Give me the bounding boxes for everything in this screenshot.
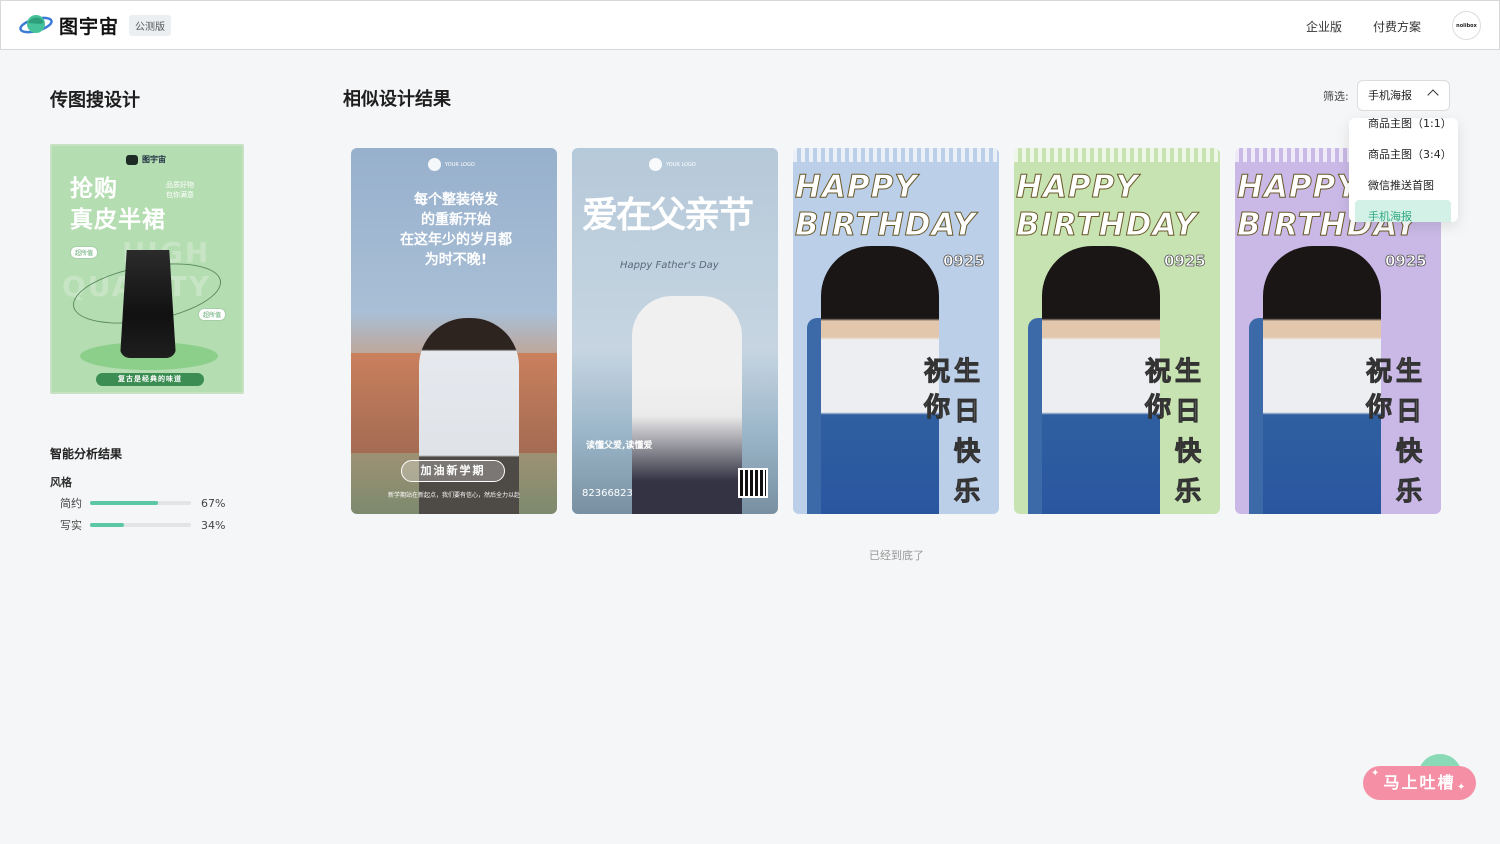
query-headline: 抢购 真皮半裙 (70, 176, 166, 233)
style-row-minimal: 简约 67% (60, 496, 226, 511)
portrait-photo (1263, 246, 1381, 514)
result-card[interactable]: YOUR LOGO 每个整装待发 的重新开始 在这年少的岁月都 为时不晚! 加油… (351, 148, 557, 514)
card-headline: 每个整装待发 的重新开始 在这年少的岁月都 为时不晚! (400, 192, 512, 268)
card-tag: 读懂父爱,读懂爱 (586, 441, 653, 451)
query-side-text: 品质好物 包你满意 (166, 181, 194, 199)
chevron-up-icon (1427, 89, 1439, 101)
sparkle-icon: ✦ (1457, 782, 1466, 793)
card-title: HAPPY BIRTHDAY (795, 169, 977, 244)
qr-code-icon (738, 468, 768, 498)
father-photo (632, 296, 742, 514)
card-date: 0925 (1385, 252, 1428, 271)
card-title: 爱在父亲节 (582, 194, 754, 236)
filter-dropdown: 商品主图（1:1） 商品主图（3:4） 微信推送首图 手机海报 (1349, 118, 1458, 222)
nav-pricing[interactable]: 付费方案 (1373, 18, 1421, 35)
analysis-title: 智能分析结果 (50, 447, 123, 461)
query-tag-left: 超所值 (70, 246, 99, 259)
portrait-photo (1042, 246, 1160, 514)
logo-mark: YOUR LOGO (649, 158, 696, 171)
stripe-decoration (793, 148, 999, 162)
style-name: 写实 (60, 519, 82, 532)
filter-select[interactable]: 手机海报 (1357, 80, 1450, 111)
dropdown-option[interactable]: 商品主图（1:1） (1368, 118, 1452, 131)
card-phone: 82366823 (582, 488, 633, 499)
style-bar-fill (90, 501, 158, 505)
card-pill: 加油新学期 (401, 460, 505, 482)
query-footer: 复古是经典的味道 (96, 373, 204, 386)
card-char: 乐 (1395, 477, 1422, 508)
card-char: 生 (1395, 357, 1422, 388)
dropdown-option[interactable]: 微信推送首图 (1368, 177, 1434, 193)
card-title: HAPPY BIRTHDAY (1016, 169, 1198, 244)
style-percent: 34% (201, 518, 226, 532)
card-char: 快 (953, 437, 980, 468)
style-row-realistic: 写实 34% (60, 518, 226, 533)
card-char: 你 (1365, 393, 1392, 424)
style-bar-track (90, 523, 191, 527)
result-card[interactable]: HAPPY BIRTHDAY 0925 祝 生 你 日 快 乐 (1014, 148, 1220, 514)
style-bar-fill (90, 523, 125, 527)
logo-mark: YOUR LOGO (428, 158, 475, 171)
query-image[interactable]: 图宇宙 抢购 真皮半裙 品质好物 包你满意 HIGH QUALITY 超所值 超… (50, 144, 244, 394)
card-char: 生 (1174, 357, 1201, 388)
dropdown-option-active-label[interactable]: 手机海报 (1368, 208, 1412, 222)
student-photo (419, 318, 519, 514)
filter-value: 手机海报 (1368, 89, 1412, 102)
result-card[interactable]: HAPPY BIRTHDAY 0925 祝 生 你 日 快 乐 (793, 148, 999, 514)
style-name: 简约 (60, 497, 82, 510)
card-char: 快 (1395, 437, 1422, 468)
planet-logo-icon (19, 15, 53, 34)
card-char: 你 (1144, 393, 1171, 424)
card-char: 生 (953, 357, 980, 388)
style-percent: 67% (201, 496, 226, 510)
query-tag-right: 超所值 (198, 308, 227, 321)
card-char: 乐 (1174, 477, 1201, 508)
dropdown-option[interactable]: 商品主图（3:4） (1368, 146, 1452, 162)
feedback-label: 马上吐槽 (1383, 773, 1456, 792)
nav-enterprise[interactable]: 企业版 (1306, 18, 1342, 35)
result-card[interactable]: YOUR LOGO 爱在父亲节 Happy Father's Day 读懂父爱,… (572, 148, 778, 514)
upload-search-title: 传图搜设计 (50, 90, 140, 111)
card-char: 乐 (953, 477, 980, 508)
beta-badge: 公测版 (129, 14, 172, 36)
card-char: 快 (1174, 437, 1201, 468)
brand-name: 图宇宙 (59, 15, 120, 38)
card-date: 0925 (943, 252, 986, 271)
logo-dot-icon (649, 158, 662, 171)
brand-dot-icon (126, 154, 138, 165)
card-char: 祝 (1365, 357, 1392, 388)
leather-skirt-image (120, 250, 176, 358)
card-char: 日 (1174, 397, 1201, 428)
top-header: 图宇宙 公测版 企业版 付费方案 nolibox (0, 0, 1500, 50)
brand-logo[interactable]: 图宇宙 公测版 (19, 11, 172, 39)
card-date: 0925 (1164, 252, 1207, 271)
logo-dot-icon (428, 158, 441, 171)
avatar[interactable]: nolibox (1452, 11, 1481, 40)
end-of-results: 已经到底了 (869, 549, 924, 562)
filter-label: 筛选: (1323, 90, 1349, 103)
card-char: 日 (1395, 397, 1422, 428)
card-footer: 新学期站在新起点，我们要有信心，然后全力以赴 (387, 492, 520, 499)
portrait-photo (821, 246, 939, 514)
card-char: 日 (953, 397, 980, 428)
style-bar-track (90, 501, 191, 505)
card-char: 祝 (923, 357, 950, 388)
card-subtitle: Happy Father's Day (620, 260, 719, 271)
results-title: 相似设计结果 (343, 89, 451, 110)
query-brand: 图宇宙 (126, 154, 166, 165)
card-char: 你 (923, 393, 950, 424)
stripe-decoration (1014, 148, 1220, 162)
card-char: 祝 (1144, 357, 1171, 388)
style-label: 风格 (50, 476, 72, 489)
sparkle-icon: ✦ (1371, 768, 1380, 779)
